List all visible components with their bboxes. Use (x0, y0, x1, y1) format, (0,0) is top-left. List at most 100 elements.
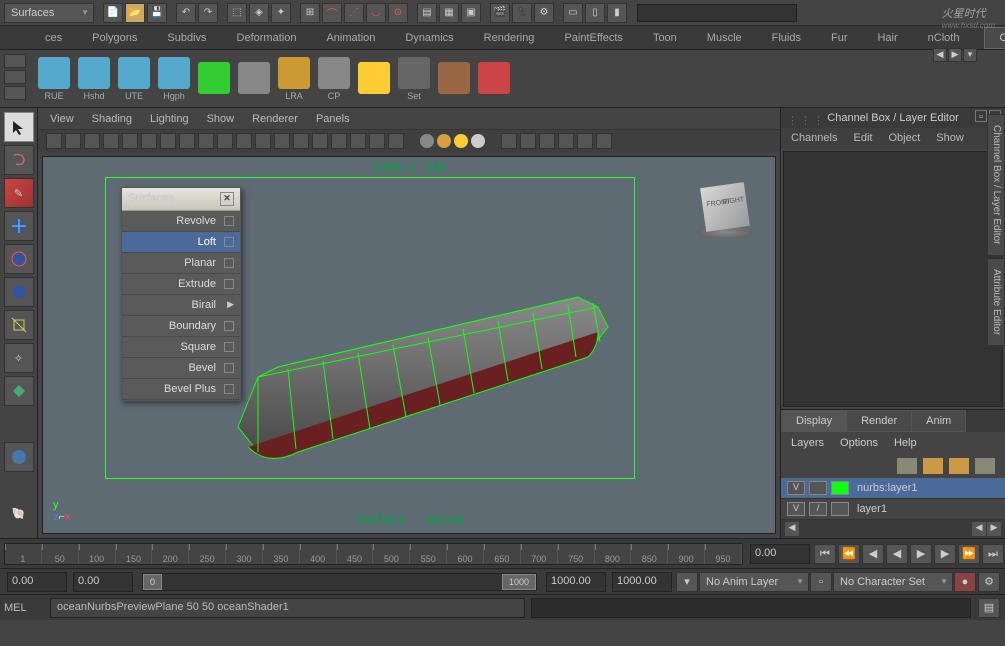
snap-grid-icon[interactable]: ⊞ (300, 3, 320, 23)
vi-16[interactable] (331, 133, 347, 149)
snap-point-icon[interactable]: ⋰ (344, 3, 364, 23)
light-white[interactable] (471, 134, 485, 148)
vi-17[interactable] (350, 133, 366, 149)
current-frame[interactable]: 0.00 (750, 544, 810, 564)
viewcube[interactable]: FRONTRIGHT (695, 185, 755, 245)
shelf-UTE[interactable]: UTE (116, 54, 152, 104)
play-back[interactable]: ◀ (886, 544, 908, 564)
redo-icon[interactable]: ↷ (198, 3, 218, 23)
history-icon[interactable]: ▤ (417, 3, 437, 23)
layer-nurbs:layer1[interactable]: Vnurbs:layer1 (781, 478, 1005, 499)
command-input[interactable] (637, 4, 797, 22)
range-start[interactable]: 0.00 (7, 572, 67, 592)
range-out[interactable]: 1000.00 (546, 572, 606, 592)
vi-14[interactable] (293, 133, 309, 149)
tab-animation[interactable]: Animation (311, 27, 390, 49)
vi-13[interactable] (274, 133, 290, 149)
ch-object[interactable]: Object (888, 132, 920, 145)
range-slider[interactable]: 0 1000 (142, 573, 537, 591)
lm-options[interactable]: Options (840, 437, 878, 449)
scroll-right[interactable]: ◀ (972, 522, 986, 536)
vi-19[interactable] (388, 133, 404, 149)
vi-18[interactable] (369, 133, 385, 149)
vi-5[interactable] (122, 133, 138, 149)
vp-view[interactable]: View (50, 113, 74, 125)
input-icon[interactable]: ▣ (461, 3, 481, 23)
range-end[interactable]: 1000.00 (612, 572, 672, 592)
range-handle-out[interactable]: 1000 (502, 574, 536, 590)
tab-display[interactable]: Display (781, 410, 847, 432)
timeline-track[interactable]: 1501001502002503003504004505005506006507… (4, 543, 743, 565)
tab-fur[interactable]: Fur (816, 27, 863, 49)
select-tool[interactable] (4, 112, 34, 142)
vp-shading[interactable]: Shading (92, 113, 132, 125)
tab-custom[interactable]: Custom (984, 27, 1005, 49)
vi-4[interactable] (103, 133, 119, 149)
manip-tool[interactable] (4, 310, 34, 340)
vi-f[interactable] (596, 133, 612, 149)
open-icon[interactable]: 📂 (125, 3, 145, 23)
render-icon[interactable]: 🎬 (490, 3, 510, 23)
goto-start[interactable]: ⏮ (814, 544, 836, 564)
render-settings-icon[interactable]: ⚙ (534, 3, 554, 23)
snap-live-icon[interactable]: ⊙ (388, 3, 408, 23)
viewport[interactable]: 1280 x 720 FRONTRIGHT y (42, 156, 776, 534)
panel-opt-icon[interactable]: ▫ (975, 110, 987, 122)
menu-bevel[interactable]: Bevel (122, 358, 240, 379)
menu-boundary[interactable]: Boundary (122, 316, 240, 337)
lm-layers[interactable]: Layers (791, 437, 824, 449)
layer-layer1[interactable]: V/layer1 (781, 499, 1005, 520)
tab-polygons[interactable]: Polygons (77, 27, 152, 49)
tab-hair[interactable]: Hair (862, 27, 912, 49)
range-opt[interactable]: ▾ (676, 572, 698, 592)
tab-toon[interactable]: Toon (638, 27, 692, 49)
shelf-tab-2[interactable] (4, 70, 26, 84)
vi-c[interactable] (539, 133, 555, 149)
layer-icon-2[interactable] (923, 458, 943, 474)
animlayer-opt[interactable]: ▫ (810, 572, 832, 592)
vi-9[interactable] (198, 133, 214, 149)
step-back-key[interactable]: ⏪ (838, 544, 860, 564)
side-channelbox[interactable]: Channel Box / Layer Editor (987, 114, 1005, 256)
animlayer-dropdown[interactable]: No Anim Layer (699, 572, 809, 592)
menu-loft[interactable]: Loft (122, 232, 240, 253)
ch-edit[interactable]: Edit (853, 132, 872, 145)
shelf-5[interactable] (236, 54, 272, 104)
vi-8[interactable] (179, 133, 195, 149)
light-amber[interactable] (437, 134, 451, 148)
tab-subdivs[interactable]: Subdivs (152, 27, 221, 49)
shelf-8[interactable] (356, 54, 392, 104)
lm-help[interactable]: Help (894, 437, 917, 449)
ship-model[interactable] (178, 257, 638, 497)
tab-dynamics[interactable]: Dynamics (390, 27, 468, 49)
construction-icon[interactable]: ▦ (439, 3, 459, 23)
range-handle-in[interactable]: 0 (143, 574, 162, 590)
lasso-tool[interactable] (4, 145, 34, 175)
light-yellow[interactable] (454, 134, 468, 148)
vi-b[interactable] (520, 133, 536, 149)
tab-render[interactable]: Render (846, 410, 912, 432)
tab-anim[interactable]: Anim (911, 410, 966, 432)
goto-end[interactable]: ⏭ (982, 544, 1004, 564)
tab-scroll-left[interactable]: ◀ (933, 48, 947, 62)
tab-ces[interactable]: ces (30, 27, 77, 49)
cmd-input[interactable]: oceanNurbsPreviewPlane 50 50 oceanShader… (50, 598, 525, 618)
mode-dropdown[interactable]: Surfaces (4, 3, 94, 23)
tab-menu-icon[interactable]: ▾ (963, 48, 977, 62)
tab-rendering[interactable]: Rendering (469, 27, 550, 49)
layer-icon-1[interactable] (897, 458, 917, 474)
tab-fluids[interactable]: Fluids (757, 27, 816, 49)
layer-icon-4[interactable] (975, 458, 995, 474)
render-view[interactable]: 🐚 (4, 498, 34, 528)
light-grey[interactable] (420, 134, 434, 148)
layer-icon-3[interactable] (949, 458, 969, 474)
shelf-tab-3[interactable] (4, 86, 26, 100)
shelf-Hshd[interactable]: Hshd (76, 54, 112, 104)
vi-11[interactable] (236, 133, 252, 149)
menu-revolve[interactable]: Revolve (122, 211, 240, 232)
side-attribute[interactable]: Attribute Editor (987, 258, 1005, 346)
soft-tool[interactable]: ✧ (4, 343, 34, 373)
cmd-output[interactable] (531, 598, 971, 618)
shelf-RUE[interactable]: RUE (36, 54, 72, 104)
vi-10[interactable] (217, 133, 233, 149)
